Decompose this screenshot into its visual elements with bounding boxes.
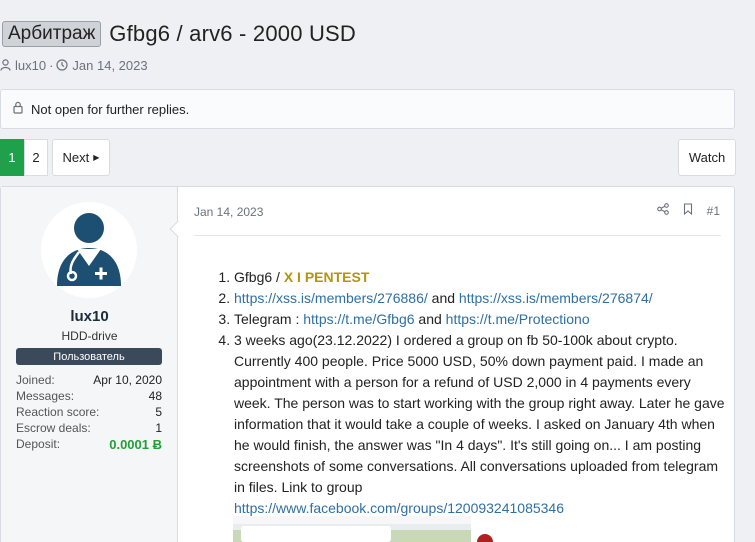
item-text: and <box>427 290 459 306</box>
avatar[interactable] <box>41 202 137 298</box>
next-page-label: Next <box>62 150 90 165</box>
list-item: Telegram : https://t.me/Gfbg6 and https:… <box>234 309 731 330</box>
page-2-button[interactable]: 2 <box>24 139 48 176</box>
post-header-divider <box>194 235 721 236</box>
stat-value: 1 <box>155 421 162 435</box>
list-item: https://xss.is/members/276886/ and https… <box>234 288 731 309</box>
screenshot-bubble <box>241 526 391 542</box>
deposit-value: 0.0001 Ƀ <box>109 436 162 452</box>
stat-messages: Messages: 48 <box>16 388 162 404</box>
user-stats: Joined: Apr 10, 2020 Messages: 48 Reacti… <box>16 372 162 452</box>
thread-prefix-label[interactable]: Арбитраж <box>2 21 102 47</box>
highlighted-text: X I PENTEST <box>283 269 370 285</box>
notice-text: Not open for further replies. <box>31 101 190 117</box>
next-page-button[interactable]: Next ▶ <box>52 139 110 176</box>
link[interactable]: https://www.facebook.com/groups/12009324… <box>234 500 564 516</box>
list-item: Gfbg6 / X I PENTEST <box>234 267 731 288</box>
post-body: Gfbg6 / X I PENTEST https://xss.is/membe… <box>201 267 731 519</box>
clock-icon <box>56 59 69 71</box>
screenshot-bar <box>233 516 496 524</box>
post-number[interactable]: #1 <box>707 204 720 218</box>
stat-label: Reaction score: <box>16 405 100 419</box>
post-1: lux10 HDD-drive Пользователь Joined: Apr… <box>0 186 735 542</box>
stat-value[interactable]: 48 <box>149 389 162 403</box>
bookmark-icon[interactable] <box>683 203 693 218</box>
caret-right-icon: ▶ <box>93 153 100 162</box>
stat-deposit: Deposit: 0.0001 Ƀ <box>16 436 162 452</box>
stat-escrow-deals: Escrow deals: 1 <box>16 420 162 436</box>
stat-value: Apr 10, 2020 <box>93 373 162 387</box>
list-item: 3 weeks ago(23.12.2022) I ordered a grou… <box>234 330 731 519</box>
thread-author[interactable]: lux10 <box>15 58 46 73</box>
stat-label: Messages: <box>16 389 75 403</box>
post-actions: #1 <box>656 203 720 218</box>
thread-title-row: Арбитраж Gfbg6 / arv6 - 2000 USD <box>0 18 356 50</box>
stat-label: Deposit: <box>16 437 61 451</box>
stat-value: 5 <box>155 405 162 419</box>
thread-meta: lux10 · Jan 14, 2023 <box>0 56 148 74</box>
watch-button[interactable]: Watch <box>678 139 736 176</box>
link[interactable]: https://t.me/Protectiono <box>446 311 590 327</box>
closed-thread-notice: Not open for further replies. <box>0 89 735 129</box>
thread-title: Gfbg6 / arv6 - 2000 USD <box>109 21 356 46</box>
share-icon[interactable] <box>656 203 669 218</box>
screenshot-attachment-2[interactable] <box>471 516 531 542</box>
user-title: HDD-drive <box>61 329 118 343</box>
stat-label: Escrow deals: <box>16 421 91 435</box>
post-date[interactable]: Jan 14, 2023 <box>194 205 263 219</box>
screenshot-avatar <box>477 534 493 542</box>
item-text: and <box>414 311 446 327</box>
pagination: 1 2 Next ▶ <box>0 139 110 176</box>
stat-label: Joined: <box>16 373 55 387</box>
item-text: 3 weeks ago(23.12.2022) I ordered a grou… <box>234 332 725 495</box>
item-text: Gfbg6 / <box>234 269 284 285</box>
link[interactable]: https://xss.is/members/276886/ <box>234 290 428 306</box>
screenshot-attachment[interactable] <box>233 516 496 542</box>
thread-date[interactable]: Jan 14, 2023 <box>72 58 147 73</box>
item-text: Telegram : <box>234 311 304 327</box>
link[interactable]: https://xss.is/members/276874/ <box>459 290 653 306</box>
link[interactable]: https://t.me/Gfbg6 <box>303 311 414 327</box>
page-1-button[interactable]: 1 <box>0 139 24 176</box>
user-icon <box>0 59 11 71</box>
lock-icon <box>13 101 23 117</box>
post-user-column: lux10 HDD-drive Пользователь Joined: Apr… <box>1 187 178 542</box>
user-banner: Пользователь <box>16 348 162 365</box>
stat-reaction-score: Reaction score: 5 <box>16 404 162 420</box>
meta-separator: · <box>49 57 54 73</box>
post-username[interactable]: lux10 <box>1 308 178 325</box>
stat-joined: Joined: Apr 10, 2020 <box>16 372 162 388</box>
post-list: Gfbg6 / X I PENTEST https://xss.is/membe… <box>201 267 731 519</box>
